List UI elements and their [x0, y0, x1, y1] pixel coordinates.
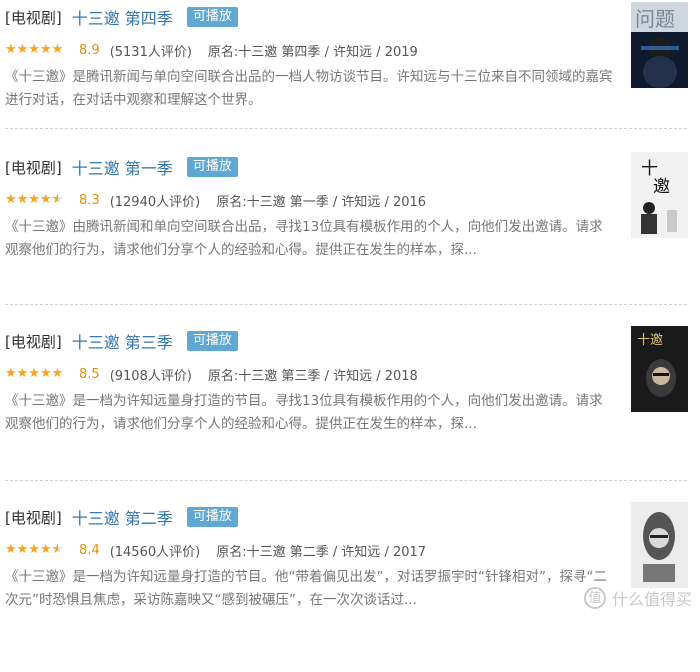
title-link[interactable]: 十三邀 第二季	[72, 505, 173, 529]
title-row: [电视剧] 十三邀 第一季 可播放	[5, 152, 238, 182]
description: 《十三邀》由腾讯新闻和单向空间联合出品，寻找13位具有模板作用的个人，向他们发出…	[5, 219, 603, 258]
playable-badge[interactable]: 可播放	[186, 157, 238, 177]
divider	[5, 128, 687, 129]
zhi-icon: 值	[583, 587, 606, 609]
watermark-text: 什么值得买	[611, 590, 692, 609]
result-item: [电视剧] 十三邀 第三季 可播放 ★★★★★ ★★★★★ 8.5 (9108人评…	[0, 326, 700, 496]
playable-badge[interactable]: 可播放	[186, 507, 238, 527]
svg-text:十邀: 十邀	[637, 333, 663, 348]
svg-text:邀: 邀	[653, 177, 670, 197]
category-label: [电视剧]	[5, 508, 62, 527]
description: 《十三邀》是腾讯新闻与单向空间联合出品的一档人物访谈节目。许知远与十三位来自不同…	[5, 69, 613, 108]
poster-season1-icon[interactable]: 十 邀	[631, 152, 688, 238]
title-link[interactable]: 十三邀 第三季	[72, 329, 173, 353]
rating-score: 8.4	[79, 542, 100, 558]
category-label: [电视剧]	[5, 332, 62, 351]
svg-text:十: 十	[641, 159, 658, 179]
result-item: [电视剧] 十三邀 第一季 可播放 ★★★★★ ★★★★★ 8.3 (12940人…	[0, 152, 700, 322]
rating-count: (5131人评价)	[109, 44, 192, 60]
rating-score: 8.3	[79, 192, 100, 208]
title-link[interactable]: 十三邀 第四季	[72, 5, 173, 29]
rating-score: 8.9	[79, 42, 100, 58]
title-row: [电视剧] 十三邀 第三季 可播放	[5, 326, 238, 356]
result-item: [电视剧] 十三邀 第四季 可播放 ★★★★★ ★★★★★ 8.9 (5131人评…	[0, 2, 700, 172]
watermark: 值 什么值得买	[583, 586, 692, 610]
meta-info: 原名:十三邀 第一季 / 许知远 / 2016	[216, 194, 427, 210]
rating-count: (12940人评价)	[109, 194, 201, 210]
description: 《十三邀》是一档为许知远量身打造的节目。他“带着偏见出发”，对话罗振宇时“针锋相…	[5, 569, 607, 608]
star-rating: ★★★★★ ★★★★★	[5, 192, 64, 207]
poster-season2-icon[interactable]	[631, 502, 688, 588]
meta-info: 原名:十三邀 第二季 / 许知远 / 2017	[216, 544, 427, 560]
rating-row: ★★★★★ ★★★★★ 8.4 (14560人评价) 原名:十三邀 第二季 / 许…	[5, 539, 426, 561]
category-label: [电视剧]	[5, 8, 62, 27]
rating-row: ★★★★★ ★★★★★ 8.9 (5131人评价) 原名:十三邀 第四季 / 许知…	[5, 39, 418, 61]
playable-badge[interactable]: 可播放	[186, 7, 238, 27]
rating-row: ★★★★★ ★★★★★ 8.5 (9108人评价) 原名:十三邀 第三季 / 许知…	[5, 363, 418, 385]
divider	[5, 304, 687, 305]
title-link[interactable]: 十三邀 第一季	[72, 155, 173, 179]
title-row: [电视剧] 十三邀 第二季 可播放	[5, 502, 238, 532]
rating-row: ★★★★★ ★★★★★ 8.3 (12940人评价) 原名:十三邀 第一季 / 许…	[5, 189, 426, 211]
title-row: [电视剧] 十三邀 第四季 可播放	[5, 2, 238, 32]
poster-season4-icon[interactable]: 问题	[631, 2, 688, 88]
meta-info: 原名:十三邀 第三季 / 许知远 / 2018	[207, 368, 418, 384]
description: 《十三邀》是一档为许知远量身打造的节目。寻找13位具有模板作用的个人，向他们发出…	[5, 393, 603, 432]
playable-badge[interactable]: 可播放	[186, 331, 238, 351]
divider	[5, 480, 687, 481]
rating-count: (9108人评价)	[109, 368, 192, 384]
category-label: [电视剧]	[5, 158, 62, 177]
svg-text:问题: 问题	[635, 7, 675, 31]
rating-count: (14560人评价)	[109, 544, 201, 560]
poster-season3-icon[interactable]: 十邀	[631, 326, 688, 412]
star-rating: ★★★★★ ★★★★★	[5, 542, 64, 557]
star-rating: ★★★★★ ★★★★★	[5, 42, 64, 57]
rating-score: 8.5	[79, 366, 100, 382]
star-rating: ★★★★★ ★★★★★	[5, 366, 64, 381]
meta-info: 原名:十三邀 第四季 / 许知远 / 2019	[207, 44, 418, 60]
